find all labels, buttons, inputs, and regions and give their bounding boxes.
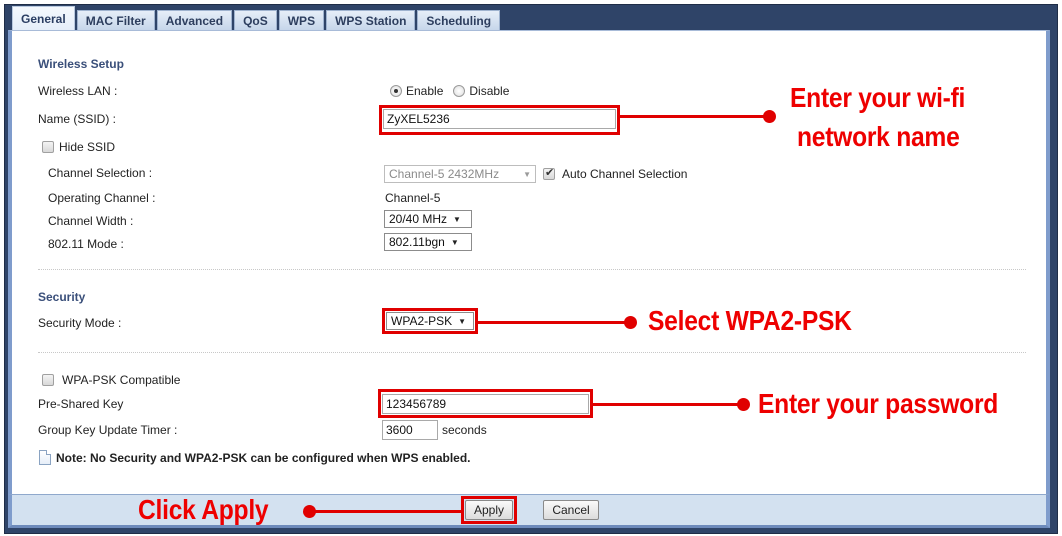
ssid-callout-text-line2: network name (797, 121, 960, 152)
password-callout-text: Enter your password (758, 388, 999, 419)
ssid-callout-line (620, 115, 768, 118)
hide-ssid-checkbox[interactable] (42, 141, 54, 153)
psk-label: Pre-Shared Key (38, 397, 124, 411)
enable-radio-label: Enable (406, 84, 444, 98)
operating-channel-label: Operating Channel : (48, 191, 156, 205)
section-divider (38, 352, 1026, 353)
note-document-icon (39, 450, 51, 465)
chevron-down-icon: ▼ (523, 169, 531, 179)
hide-ssid-row: Hide SSID (42, 140, 115, 154)
operating-channel-value: Channel-5 (385, 191, 441, 205)
ssid-callout-dot (763, 110, 776, 123)
apply-callout-text: Click Apply (138, 494, 269, 525)
channel-selection-select[interactable]: Channel-5 2432MHz ▼ (384, 165, 536, 183)
channel-width-value: 20/40 MHz (389, 212, 448, 226)
section-divider (38, 269, 1026, 270)
cancel-button[interactable]: Cancel (543, 500, 599, 520)
group-key-unit: seconds (442, 423, 487, 437)
wireless-setup-heading: Wireless Setup (38, 57, 124, 71)
security-heading: Security (38, 290, 86, 304)
wpa-psk-compatible-label: WPA-PSK Compatible (62, 373, 181, 387)
chevron-down-icon: ▼ (450, 237, 459, 247)
tab-advanced[interactable]: Advanced (156, 10, 233, 30)
wpa-psk-compatible-checkbox[interactable] (42, 374, 54, 386)
security-mode-highlight-box (382, 308, 478, 334)
security-mode-label: Security Mode : (38, 316, 122, 330)
wps-note: Note: No Security and WPA2-PSK can be co… (39, 450, 471, 465)
tab-bar: General MAC Filter Advanced QoS WPS WPS … (12, 6, 502, 30)
wpa-psk-compatible-row: WPA-PSK Compatible (42, 373, 180, 387)
tab-scheduling[interactable]: Scheduling (417, 10, 501, 30)
apply-callout-line (310, 510, 462, 513)
security-callout-text: Select WPA2-PSK (648, 305, 852, 336)
apply-highlight-box (461, 496, 517, 524)
ssid-callout-text-line1: Enter your wi-fi (790, 82, 966, 113)
password-callout-dot (737, 398, 750, 411)
group-key-label: Group Key Update Timer : (38, 423, 178, 437)
auto-channel-row: Auto Channel Selection (543, 166, 688, 181)
wireless-lan-label: Wireless LAN : (38, 84, 118, 98)
channel-width-label: Channel Width : (48, 214, 134, 228)
security-callout-line (478, 321, 630, 324)
password-callout-line (593, 403, 743, 406)
channel-selection-label: Channel Selection : (48, 166, 153, 180)
auto-channel-label: Auto Channel Selection (562, 167, 688, 181)
tab-wps-station[interactable]: WPS Station (326, 10, 416, 30)
security-callout-dot (624, 316, 637, 329)
mode-select[interactable]: 802.11bgn ▼ (384, 233, 472, 251)
tab-general[interactable]: General (12, 6, 75, 30)
chevron-down-icon: ▼ (453, 214, 461, 224)
channel-width-select[interactable]: 20/40 MHz ▼ (384, 210, 472, 228)
enable-radio[interactable] (390, 85, 402, 97)
ssid-label: Name (SSID) : (38, 112, 117, 126)
mode-label: 802.11 Mode : (48, 237, 124, 251)
hide-ssid-label: Hide SSID (59, 140, 116, 154)
wireless-lan-radio-group: Enable Disable (390, 84, 509, 98)
tab-qos[interactable]: QoS (234, 10, 277, 30)
group-key-input[interactable]: 3600 (382, 420, 438, 440)
wps-note-text: Note: No Security and WPA2-PSK can be co… (56, 450, 471, 465)
tab-mac-filter[interactable]: MAC Filter (76, 10, 155, 30)
psk-highlight-box (378, 389, 593, 418)
disable-radio-label: Disable (469, 84, 510, 98)
channel-selection-value: Channel-5 2432MHz (389, 167, 500, 181)
ssid-highlight-box (379, 105, 620, 135)
auto-channel-checkbox[interactable] (543, 166, 555, 180)
tab-wps[interactable]: WPS (278, 10, 325, 30)
disable-radio[interactable] (453, 85, 466, 97)
mode-value: 802.11bgn (389, 235, 445, 249)
